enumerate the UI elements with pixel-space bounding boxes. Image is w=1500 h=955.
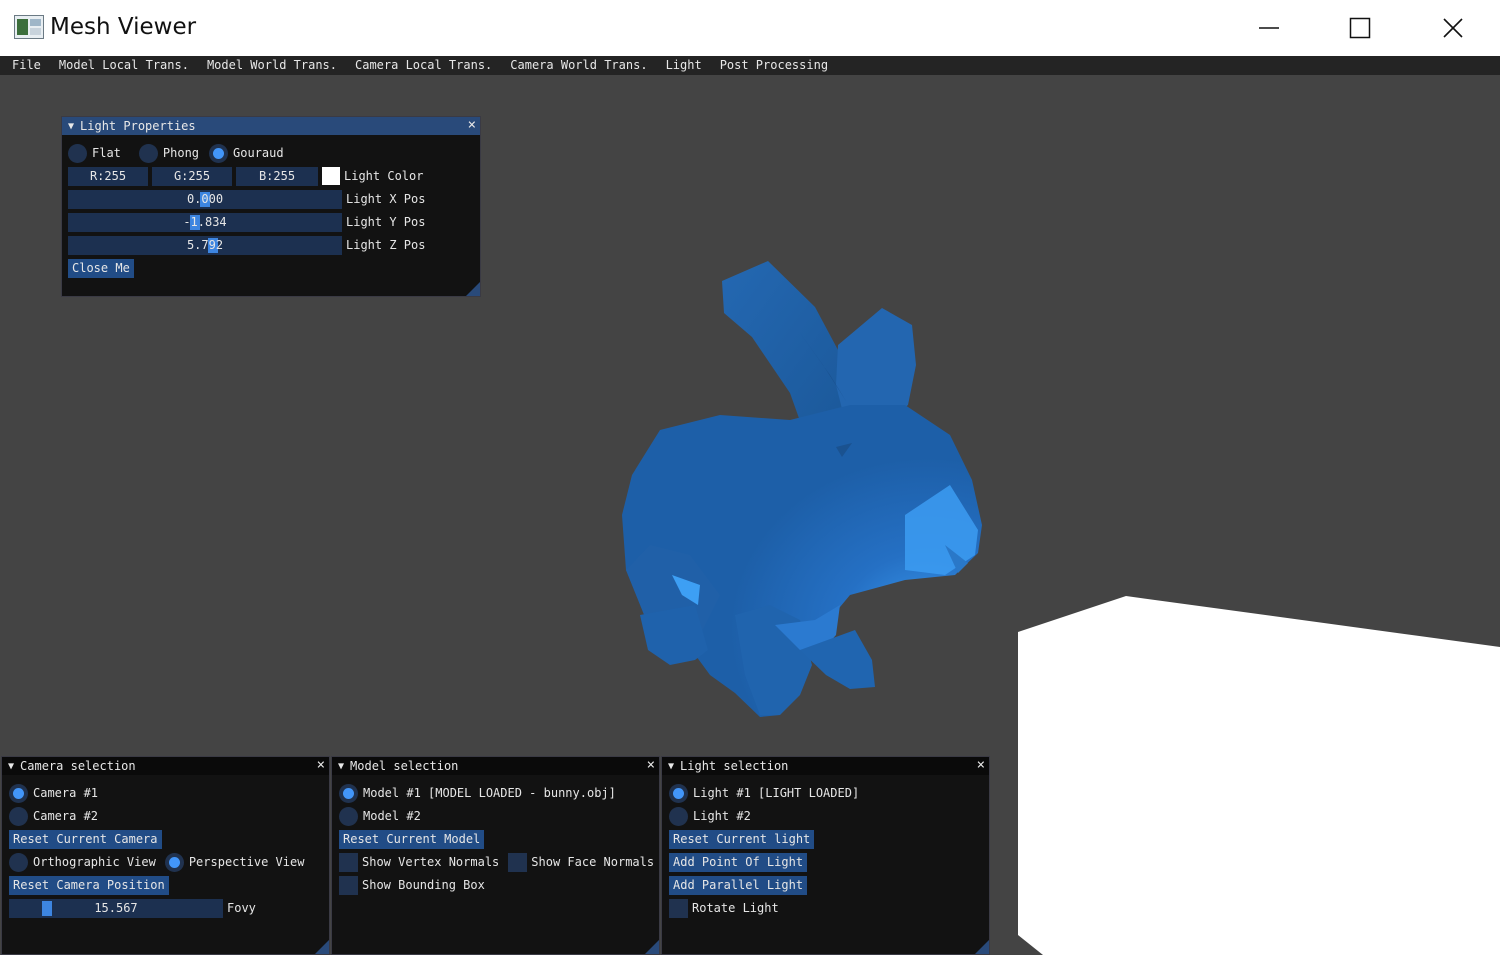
- light-1-label: Light #1 [LIGHT LOADED]: [693, 786, 860, 800]
- rotate-light-label: Rotate Light: [692, 901, 779, 915]
- window-title: Mesh Viewer: [50, 14, 197, 40]
- shading-gouraud-label: Gouraud: [233, 146, 284, 160]
- collapse-triangle-icon[interactable]: ▼: [68, 121, 74, 132]
- light-y-pos-slider[interactable]: -1.834: [68, 212, 342, 232]
- model-selection-window: ▼ Model selection × Model #1 [MODEL LOAD…: [331, 756, 660, 955]
- resize-grip[interactable]: [315, 940, 329, 954]
- bunny-model: [622, 261, 982, 717]
- reset-current-camera-button[interactable]: Reset Current Camera: [9, 829, 162, 849]
- light-color-b-field[interactable]: B:255: [236, 166, 318, 186]
- fovy-label: Fovy: [227, 901, 256, 915]
- show-bounding-box-label: Show Bounding Box: [362, 878, 485, 892]
- menu-camera-local-trans[interactable]: Camera Local Trans.: [346, 56, 501, 75]
- minimize-button[interactable]: [1224, 0, 1314, 56]
- show-vertex-normals-checkbox[interactable]: [339, 852, 358, 872]
- close-icon[interactable]: ×: [647, 758, 655, 772]
- light-1-radio[interactable]: [669, 783, 688, 803]
- collapse-triangle-icon[interactable]: ▼: [668, 761, 674, 772]
- light-properties-window: ▼ Light Properties × Flat Phong Gouraud …: [61, 116, 481, 297]
- light-z-pos-label: Light Z Pos: [346, 238, 426, 252]
- reset-current-model-button[interactable]: Reset Current Model: [339, 829, 485, 849]
- collapse-triangle-icon[interactable]: ▼: [8, 761, 14, 772]
- menu-model-world-trans[interactable]: Model World Trans.: [198, 56, 346, 75]
- collapse-triangle-icon[interactable]: ▼: [338, 761, 344, 772]
- light-plane: [1018, 596, 1500, 955]
- show-face-normals-checkbox[interactable]: [508, 852, 528, 872]
- light-y-pos-label: Light Y Pos: [346, 215, 426, 229]
- camera-selection-titlebar[interactable]: ▼ Camera selection ×: [2, 757, 329, 775]
- camera-selection-title: Camera selection: [20, 759, 136, 773]
- fovy-slider[interactable]: 15.567: [9, 898, 223, 918]
- minimize-icon: [1259, 27, 1279, 29]
- light-2-label: Light #2: [693, 809, 751, 823]
- resize-grip[interactable]: [645, 940, 659, 954]
- light-2-radio[interactable]: [669, 806, 688, 826]
- show-vertex-normals-label: Show Vertex Normals: [362, 855, 500, 869]
- model-2-radio[interactable]: [339, 806, 358, 826]
- menu-post-processing[interactable]: Post Processing: [711, 56, 837, 75]
- maximize-icon: [1349, 17, 1371, 39]
- light-selection-titlebar[interactable]: ▼ Light selection ×: [662, 757, 989, 775]
- close-icon[interactable]: ×: [977, 758, 985, 772]
- shading-flat-radio[interactable]: [68, 143, 87, 163]
- slider-grab[interactable]: [42, 900, 52, 916]
- reset-current-light-button[interactable]: Reset Current light: [669, 829, 815, 849]
- model-2-label: Model #2: [363, 809, 421, 823]
- shading-flat-label: Flat: [92, 146, 121, 160]
- shading-gouraud-radio[interactable]: [209, 143, 229, 163]
- model-1-label: Model #1 [MODEL LOADED - bunny.obj]: [363, 786, 616, 800]
- light-x-pos-label: Light X Pos: [346, 192, 426, 206]
- show-face-normals-label: Show Face Normals: [531, 855, 655, 869]
- camera-1-radio[interactable]: [9, 783, 28, 803]
- camera-2-radio[interactable]: [9, 806, 28, 826]
- resize-grip[interactable]: [466, 282, 480, 296]
- model-1-radio[interactable]: [339, 783, 358, 803]
- menu-file[interactable]: File: [3, 56, 50, 75]
- add-point-light-button[interactable]: Add Point Of Light: [669, 852, 808, 872]
- perspective-view-label: Perspective View: [188, 855, 305, 869]
- shading-phong-label: Phong: [162, 146, 200, 160]
- close-icon[interactable]: ×: [317, 758, 325, 772]
- light-color-g-field[interactable]: G:255: [152, 166, 232, 186]
- close-me-button[interactable]: Close Me: [68, 258, 134, 278]
- orthographic-view-label: Orthographic View: [33, 855, 156, 869]
- close-icon[interactable]: ×: [468, 118, 476, 132]
- light-selection-window: ▼ Light selection × Light #1 [LIGHT LOAD…: [661, 756, 990, 955]
- menu-light[interactable]: Light: [657, 56, 711, 75]
- light-z-pos-slider[interactable]: 5.792: [68, 235, 342, 255]
- main-menu-bar: File Model Local Trans. Model World Tran…: [0, 56, 1500, 75]
- model-selection-title: Model selection: [350, 759, 459, 773]
- light-color-swatch[interactable]: [322, 167, 340, 185]
- reset-camera-position-button[interactable]: Reset Camera Position: [9, 875, 169, 895]
- perspective-view-radio[interactable]: [164, 852, 184, 872]
- close-icon: [1443, 18, 1463, 38]
- light-selection-title: Light selection: [680, 759, 789, 773]
- maximize-button[interactable]: [1315, 0, 1405, 56]
- orthographic-view-radio[interactable]: [9, 852, 28, 872]
- light-color-label: Light Color: [344, 169, 424, 183]
- resize-grip[interactable]: [975, 940, 989, 954]
- camera-1-label: Camera #1: [33, 786, 99, 800]
- light-properties-titlebar[interactable]: ▼ Light Properties ×: [62, 117, 480, 135]
- window-titlebar: Mesh Viewer: [0, 0, 1500, 56]
- show-bounding-box-checkbox[interactable]: [339, 875, 358, 895]
- rotate-light-checkbox[interactable]: [669, 898, 688, 918]
- add-parallel-light-button[interactable]: Add Parallel Light: [669, 875, 808, 895]
- app-icon: [14, 15, 44, 39]
- light-x-pos-slider[interactable]: 0.000: [68, 189, 342, 209]
- model-selection-titlebar[interactable]: ▼ Model selection ×: [332, 757, 659, 775]
- light-properties-title: Light Properties: [80, 119, 196, 133]
- camera-selection-window: ▼ Camera selection × Camera #1 Camera #2…: [1, 756, 330, 955]
- light-color-r-field[interactable]: R:255: [68, 166, 148, 186]
- menu-camera-world-trans[interactable]: Camera World Trans.: [501, 56, 656, 75]
- close-window-button[interactable]: [1408, 0, 1498, 56]
- camera-2-label: Camera #2: [33, 809, 99, 823]
- shading-phong-radio[interactable]: [138, 143, 158, 163]
- menu-model-local-trans[interactable]: Model Local Trans.: [50, 56, 198, 75]
